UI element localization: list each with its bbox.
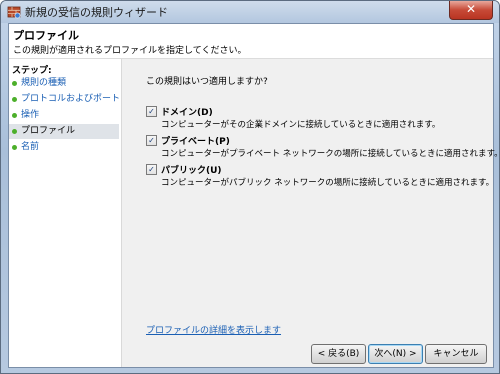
step-label: プロファイル: [21, 126, 76, 136]
step-bullet-icon: [12, 145, 17, 150]
close-icon: ✕: [465, 2, 477, 16]
domain-description: コンピューターがその企業ドメインに接続しているときに適用されます。: [161, 120, 441, 130]
private-description: コンピューターがプライベート ネットワークの場所に接続しているときに適用されます…: [161, 149, 500, 159]
step-label: 操作: [21, 110, 40, 120]
step-protocol-and-ports[interactable]: プロトコルおよびポート: [9, 92, 121, 107]
step-profile: プロファイル: [9, 124, 119, 139]
title-bar[interactable]: 新規の受信の規則ウィザード ✕: [1, 1, 499, 23]
step-bullet-icon: [12, 97, 17, 102]
page-title: プロファイル: [13, 29, 79, 42]
profile-details-link[interactable]: プロファイルの詳細を表示します: [146, 323, 281, 336]
window-title: 新規の受信の規則ウィザード: [25, 6, 168, 19]
public-checkbox[interactable]: ✓: [146, 164, 157, 175]
domain-label[interactable]: ドメイン(D): [161, 105, 213, 118]
wizard-client-area: プロファイル この規則が適用されるプロファイルを指定してください。 ステップ: …: [8, 23, 499, 368]
step-bullet-icon: [12, 113, 17, 118]
step-label: 名前: [21, 142, 40, 152]
check-icon: ✓: [148, 136, 155, 145]
step-bullet-icon: [12, 129, 17, 134]
step-name[interactable]: 名前: [9, 140, 119, 155]
firewall-icon: [7, 6, 21, 19]
wizard-window: 新規の受信の規則ウィザード ✕ プロファイル この規則が適用されるプロファイルを…: [0, 0, 500, 374]
step-label: 規則の種類: [21, 78, 67, 88]
step-action[interactable]: 操作: [9, 108, 119, 123]
private-label[interactable]: プライベート(P): [161, 134, 230, 147]
close-button[interactable]: ✕: [449, 1, 493, 20]
step-rule-type[interactable]: 規則の種類: [9, 76, 119, 91]
content-panel: この規則はいつ適用しますか? ✓ ドメイン(D) コンピューターがその企業ドメイ…: [121, 59, 499, 367]
domain-checkbox[interactable]: ✓: [146, 106, 157, 117]
question-text: この規則はいつ適用しますか?: [146, 77, 268, 87]
back-button[interactable]: < 戻る(B): [311, 344, 366, 364]
steps-heading: ステップ:: [12, 66, 52, 76]
check-icon: ✓: [148, 165, 155, 174]
page-description: この規則が適用されるプロファイルを指定してください。: [13, 46, 247, 56]
private-checkbox[interactable]: ✓: [146, 135, 157, 146]
check-icon: ✓: [148, 107, 155, 116]
wizard-header: プロファイル この規則が適用されるプロファイルを指定してください。: [9, 24, 493, 59]
public-label[interactable]: パブリック(U): [161, 163, 222, 176]
step-label: プロトコルおよびポート: [21, 94, 121, 104]
cancel-button[interactable]: キャンセル: [425, 344, 487, 364]
steps-panel: ステップ: 規則の種類 プロトコルおよびポート 操作 プロファイル 名前: [9, 59, 121, 367]
step-bullet-icon: [12, 81, 17, 86]
next-button[interactable]: 次へ(N) >: [368, 344, 423, 364]
public-description: コンピューターがパブリック ネットワークの場所に接続しているときに適用されます。: [161, 178, 495, 188]
